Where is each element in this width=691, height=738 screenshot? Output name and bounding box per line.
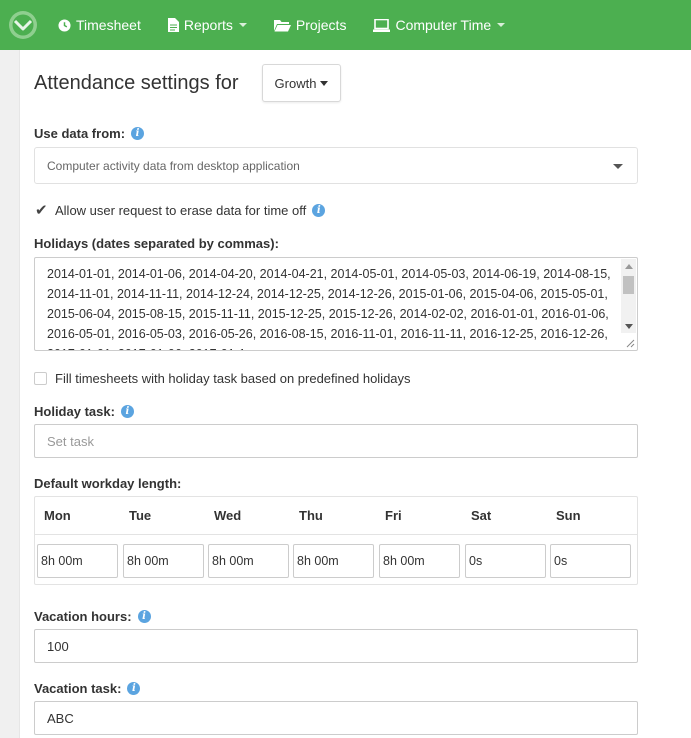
info-icon[interactable]: i <box>120 405 134 418</box>
caret-down-icon <box>320 80 329 86</box>
workday-input-tue[interactable]: 8h 00m <box>123 544 204 578</box>
workday-input-sun[interactable]: 0s <box>550 544 631 578</box>
holiday-task-input[interactable]: Set task <box>34 424 638 458</box>
day-label-tue: Tue <box>129 508 152 523</box>
app-logo-icon[interactable] <box>7 9 39 41</box>
holiday-task-label: Holiday task: i <box>34 404 134 419</box>
nav-timesheet[interactable]: Timesheet <box>58 0 141 50</box>
nav-reports[interactable]: Reports <box>167 0 247 50</box>
holidays-textarea[interactable]: 2014-01-01, 2014-01-06, 2014-04-20, 2014… <box>34 257 638 351</box>
checkmark-icon: ✔ <box>35 202 48 219</box>
day-label-mon: Mon <box>44 508 71 523</box>
group-selector-label: Growth <box>274 75 317 91</box>
workday-input-thu[interactable]: 8h 00m <box>293 544 374 578</box>
day-label-sun: Sun <box>556 508 581 523</box>
day-label-thu: Thu <box>299 508 323 523</box>
allow-erase-label: Allow user request to erase data for tim… <box>55 203 307 218</box>
workday-length-label: Default workday length: <box>34 476 182 491</box>
scroll-down-icon[interactable] <box>625 324 633 329</box>
holidays-label: Holidays (dates separated by commas): <box>34 236 279 251</box>
nav-computer-time[interactable]: Computer Time <box>373 0 506 50</box>
scroll-up-icon[interactable] <box>625 264 633 269</box>
workday-input-fri[interactable]: 8h 00m <box>379 544 460 578</box>
info-icon[interactable]: i <box>127 682 141 695</box>
nav-computer-time-label: Computer Time <box>395 17 492 33</box>
info-icon[interactable]: i <box>137 610 151 623</box>
vacation-task-input[interactable]: ABC <box>34 701 638 735</box>
use-data-from-select[interactable]: Computer activity data from desktop appl… <box>34 147 638 184</box>
allow-erase-row: ✔ Allow user request to erase data for t… <box>34 202 326 219</box>
clock-icon <box>58 18 71 32</box>
holiday-task-text: Holiday task: <box>34 404 115 419</box>
group-selector-button[interactable]: Growth <box>262 64 341 102</box>
use-data-from-label: Use data from: i <box>34 126 145 141</box>
holidays-text: 2014-01-01, 2014-01-06, 2014-04-20, 2014… <box>47 267 611 350</box>
use-data-from-value: Computer activity data from desktop appl… <box>47 158 300 173</box>
day-label-sat: Sat <box>471 508 492 523</box>
nav-projects-label: Projects <box>295 17 347 33</box>
use-data-from-text: Use data from: <box>34 126 126 141</box>
file-icon <box>167 18 179 32</box>
page-title: Attendance settings for <box>34 72 239 94</box>
fill-timesheets-label: Fill timesheets with holiday task based … <box>55 371 411 386</box>
info-icon[interactable]: i <box>131 127 145 140</box>
fill-timesheets-checkbox[interactable] <box>34 372 47 385</box>
day-label-fri: Fri <box>385 508 402 523</box>
dropdown-arrow-icon <box>613 164 623 169</box>
chevron-down-icon <box>497 23 506 27</box>
vacation-task-label: Vacation task: i <box>34 681 141 696</box>
workday-table: Mon Tue Wed Thu Fri Sat Sun 8h 00m 8h 00… <box>34 496 638 585</box>
workday-input-mon[interactable]: 8h 00m <box>37 544 118 578</box>
vacation-hours-label: Vacation hours: i <box>34 609 151 624</box>
day-label-wed: Wed <box>214 508 242 523</box>
holidays-scrollbar[interactable] <box>621 259 636 333</box>
fill-timesheets-row: Fill timesheets with holiday task based … <box>34 371 411 386</box>
vacation-hours-input[interactable]: 100 <box>34 629 638 663</box>
scroll-thumb[interactable] <box>623 276 634 294</box>
resize-handle-icon[interactable] <box>625 338 635 348</box>
allow-erase-checkbox[interactable]: ✔ <box>34 202 48 219</box>
laptop-icon <box>373 18 391 32</box>
workday-header-row <box>35 497 637 535</box>
vacation-task-text: Vacation task: <box>34 681 122 696</box>
nav-reports-label: Reports <box>183 17 233 33</box>
vacation-hours-text: Vacation hours: <box>34 609 132 624</box>
nav-timesheet-label: Timesheet <box>76 17 141 33</box>
nav-projects[interactable]: Projects <box>273 0 347 50</box>
info-icon[interactable]: i <box>312 204 326 217</box>
chevron-down-icon <box>238 23 247 27</box>
workday-input-sat[interactable]: 0s <box>465 544 546 578</box>
workday-input-wed[interactable]: 8h 00m <box>208 544 289 578</box>
top-navbar: Timesheet Reports Projects Computer Time <box>0 0 691 50</box>
folder-icon <box>273 19 291 32</box>
